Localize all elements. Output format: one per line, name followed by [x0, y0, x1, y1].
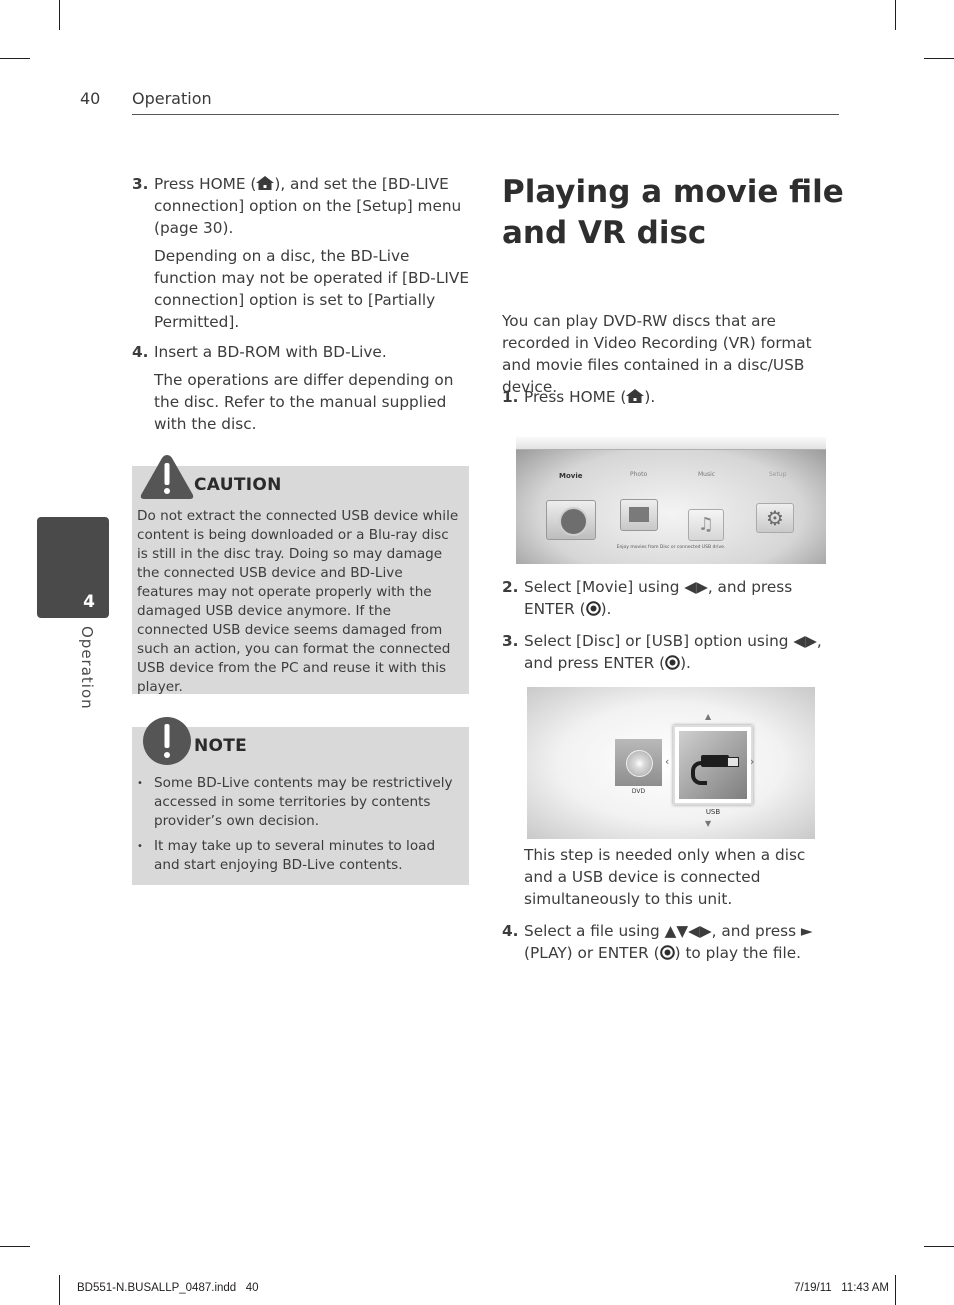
setup-gear-icon: ⚙ — [756, 503, 794, 533]
device-select-screenshot: DVD ‹ ▲ › USB ▼ — [527, 687, 815, 839]
note-item: It may take up to several minutes to loa… — [132, 837, 462, 875]
home-icon — [256, 176, 275, 190]
enter-icon — [585, 601, 601, 616]
left-step-3: 3. Press HOME (), and set the [BD-LIVE c… — [132, 173, 472, 333]
footer-timestamp: 7/19/11 11:43 AM — [794, 1282, 889, 1294]
home-menu-screenshot: Movie Photo Music Setup ♫ ⚙ Enjoy movies… — [516, 437, 826, 564]
step-number: 2. — [502, 578, 519, 596]
warning-triangle-icon — [140, 455, 194, 499]
step-text: Press HOME (), and set the [BD-LIVE conn… — [154, 175, 462, 237]
chevron-down-icon: ▼ — [705, 819, 712, 828]
step-number: 4. — [502, 922, 519, 940]
note-item: Some BD-Live contents may be restrictive… — [132, 774, 462, 831]
usb-plug-icon — [679, 731, 747, 799]
enter-icon — [665, 655, 680, 670]
step-number: 1. — [502, 388, 519, 406]
chevron-right-icon: › — [750, 755, 755, 768]
note-list: Some BD-Live contents may be restrictive… — [132, 774, 462, 881]
exclamation-circle-icon — [143, 717, 191, 765]
step-note: The operations are differ depending on t… — [154, 371, 454, 433]
enter-icon — [659, 945, 675, 960]
device-label-dvd: DVD — [631, 788, 646, 795]
right-step-2: 2. Select [Movie] using ◀▶, and press EN… — [502, 578, 793, 618]
section-title: Operation — [132, 89, 212, 108]
menu-tab-photo: Photo — [630, 471, 648, 478]
note-title: NOTE — [194, 736, 248, 756]
caution-text: Do not extract the connected USB device … — [137, 508, 459, 695]
right-step-1: 1. Press HOME (). — [502, 388, 656, 406]
crop-mark — [895, 0, 896, 30]
chapter-number: 4 — [83, 592, 95, 612]
dvd-disc-icon — [615, 739, 662, 786]
page-number: 40 — [80, 89, 101, 108]
music-note-icon: ♫ — [688, 509, 724, 541]
photo-icon — [620, 499, 658, 531]
menu-tab-setup: Setup — [769, 471, 787, 478]
header-divider — [132, 114, 839, 115]
crop-mark — [895, 1275, 896, 1305]
chapter-tab: 4 — [37, 517, 109, 618]
step-number: 4. — [132, 343, 149, 361]
menu-tab-music: Music — [698, 471, 716, 478]
step-note: Depending on a disc, the BD-Live functio… — [154, 247, 469, 331]
home-icon — [626, 389, 645, 403]
crop-mark — [924, 58, 954, 59]
footer-file-info: BD551-N.BUSALLP_0487.indd 40 — [77, 1282, 259, 1294]
menu-hint: Enjoy movies from Disc or connected USB … — [616, 545, 726, 550]
step-number: 3. — [502, 632, 519, 650]
left-step-4: 4. Insert a BD-ROM with BD-Live. The ope… — [132, 341, 472, 435]
crop-mark — [59, 0, 60, 30]
step-text: Insert a BD-ROM with BD-Live. — [154, 343, 387, 361]
right-step-4: 4. Select a file using ▲▼◀▶, and press ►… — [502, 922, 813, 962]
page-title: Playing a movie file and VR disc — [502, 174, 844, 251]
menu-tab-movie: Movie — [559, 472, 583, 480]
crop-mark — [0, 58, 30, 59]
right-step-3: 3. Select [Disc] or [USB] option using ◀… — [502, 632, 822, 672]
crop-mark — [0, 1246, 30, 1247]
chevron-up-icon: ▲ — [705, 712, 712, 721]
caution-title: CAUTION — [194, 475, 282, 495]
step-number: 3. — [132, 175, 149, 193]
intro-paragraph: You can play DVD-RW discs that are recor… — [502, 312, 812, 396]
step-3-note: This step is needed only when a disc and… — [524, 846, 806, 908]
usb-option-selected — [673, 725, 753, 805]
crop-mark — [924, 1246, 954, 1247]
crop-mark — [59, 1275, 60, 1305]
chapter-label: Operation — [78, 626, 96, 710]
chevron-left-icon: ‹ — [665, 755, 670, 768]
device-label-usb: USB — [705, 808, 721, 816]
movie-reel-icon — [546, 500, 596, 540]
